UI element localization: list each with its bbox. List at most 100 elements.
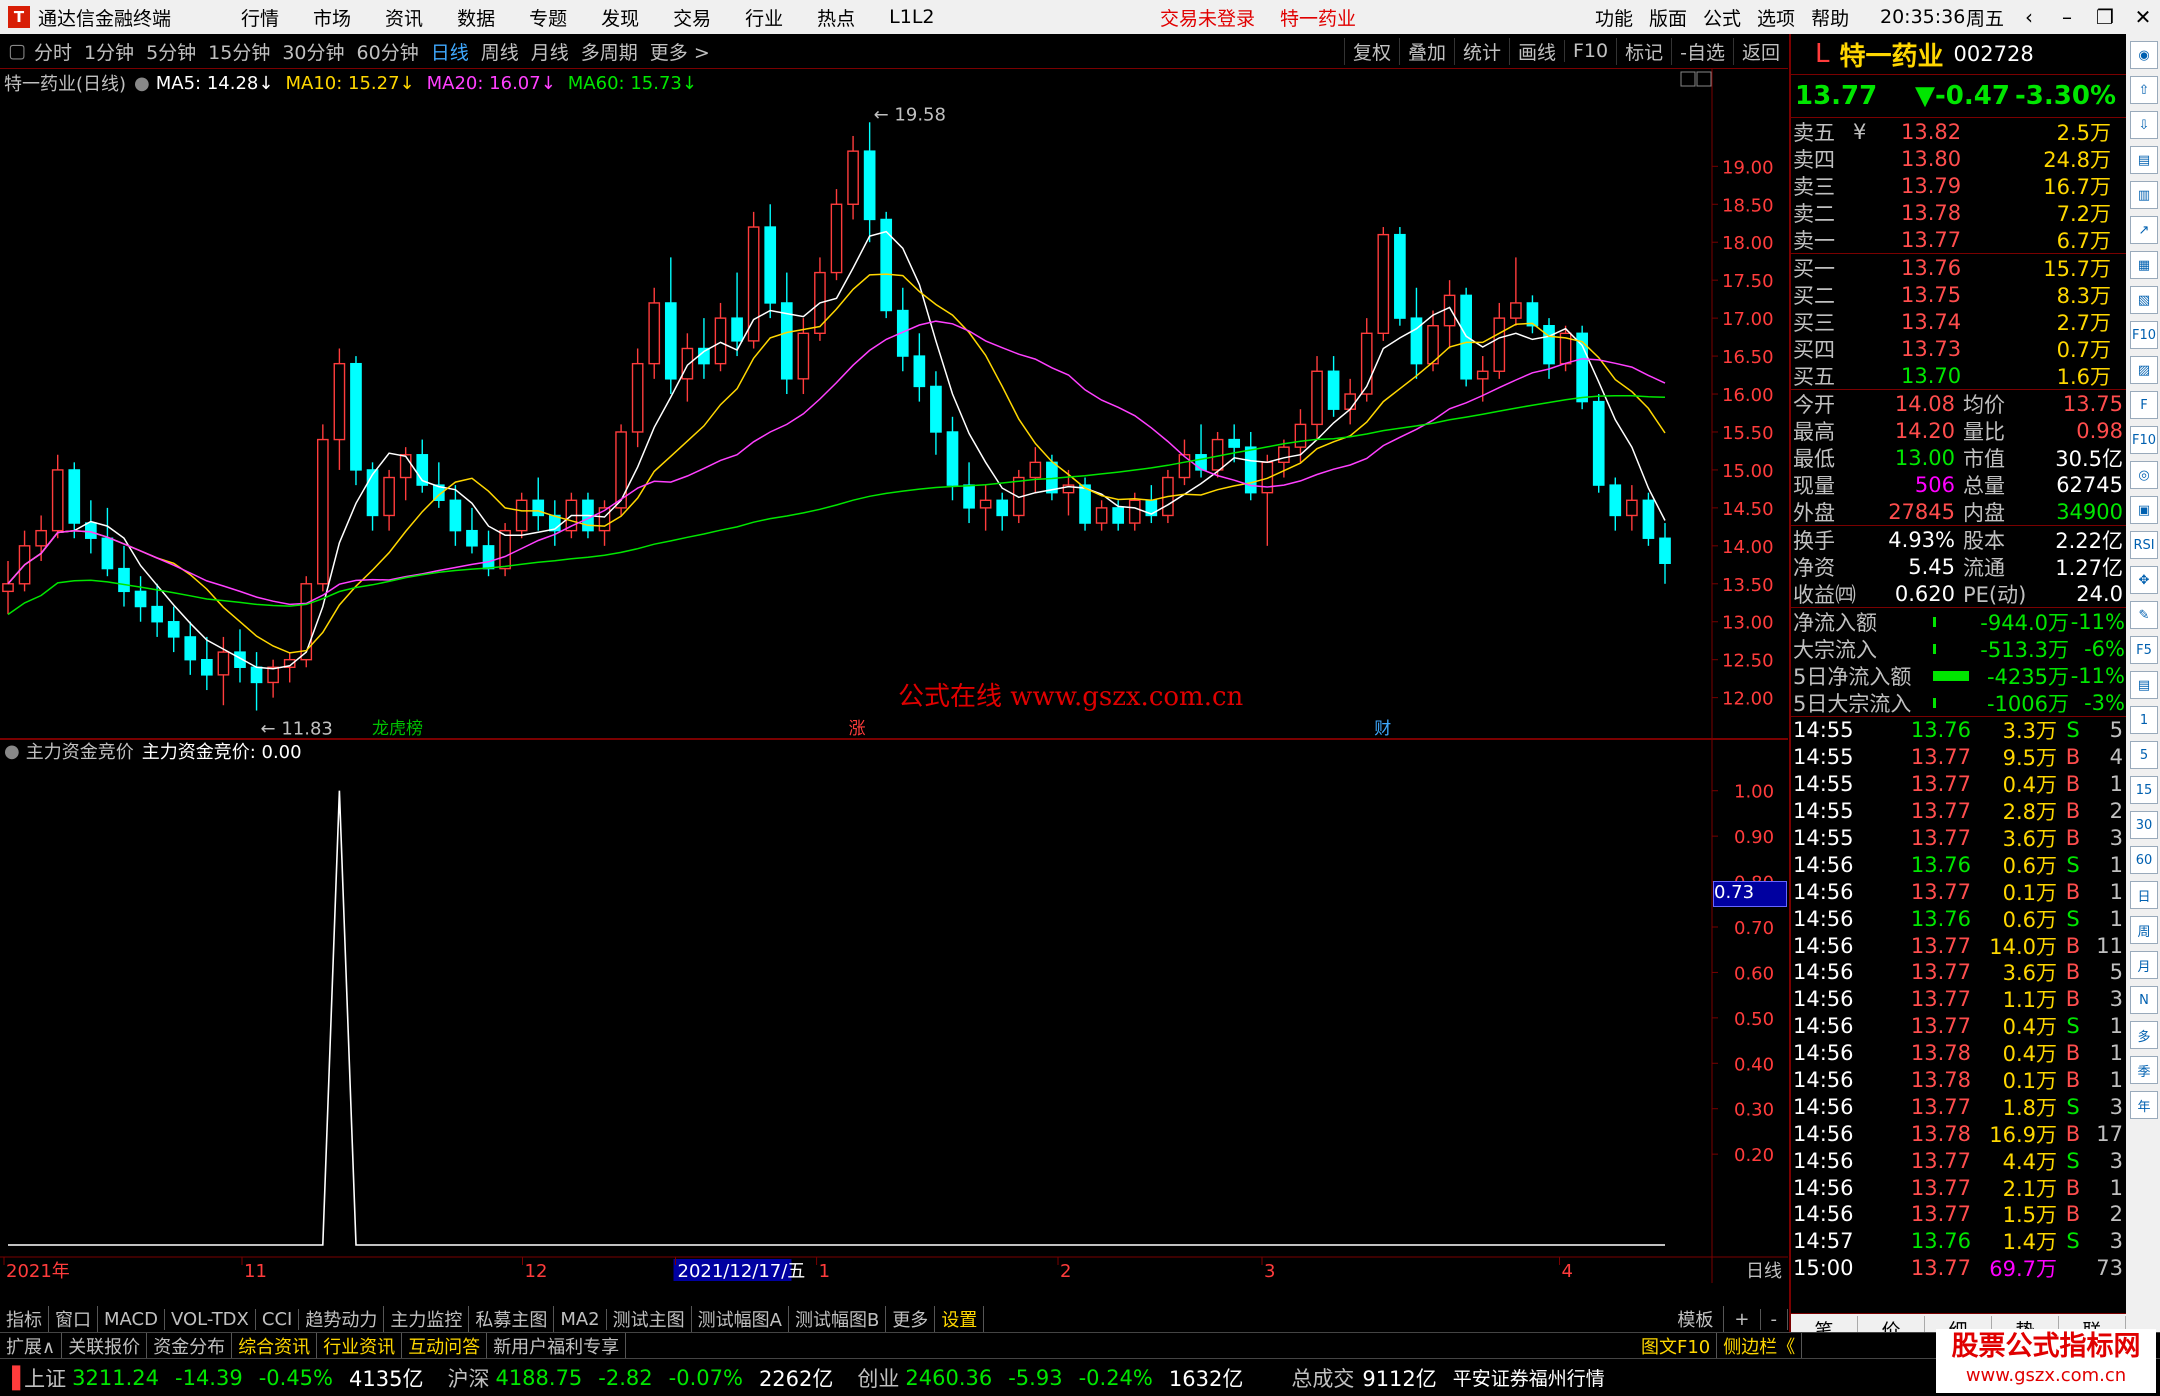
bid-row[interactable]: 买四 13.73 0.7万 bbox=[1791, 335, 2126, 362]
period-tab-2[interactable]: 5分钟 bbox=[146, 38, 196, 65]
tab-control-0[interactable]: 模板 bbox=[1667, 1306, 1725, 1332]
side-tool-icon-23[interactable]: 60 bbox=[2130, 846, 2158, 874]
side-tool-icon-19[interactable]: 1 bbox=[2130, 706, 2158, 734]
side-tool-icon-6[interactable]: ▦ bbox=[2130, 251, 2158, 279]
side-tool-icon-30[interactable]: 年 bbox=[2130, 1091, 2158, 1119]
tab-control-1[interactable]: + bbox=[1724, 1308, 1761, 1330]
indicator-tab-0[interactable]: 指标 bbox=[0, 1306, 49, 1332]
side-tool-icon-15[interactable]: ✥ bbox=[2130, 566, 2158, 594]
bid-row[interactable]: 买一 13.76 15.7万 bbox=[1791, 254, 2126, 281]
settings-icon[interactable]: ● bbox=[134, 73, 150, 94]
indicator-tab-11[interactable]: 测试幅图B bbox=[789, 1306, 887, 1332]
ask-row[interactable]: 卖三 13.79 16.7万 bbox=[1791, 172, 2126, 199]
tool-button-2[interactable]: 统计 bbox=[1453, 37, 1509, 65]
sub-tab-2[interactable]: 资金分布 bbox=[147, 1333, 233, 1359]
index-quote[interactable]: 创业 2460.36 -5.93 -0.24% 1632亿 bbox=[857, 1363, 1243, 1393]
side-tool-icon-4[interactable]: ▥ bbox=[2130, 181, 2158, 209]
indicator-tab-9[interactable]: 测试主图 bbox=[607, 1306, 692, 1332]
chart-area[interactable]: 19.00 18.50 18.00 17.50 17.00 16.50 16.00 15.50… bbox=[0, 68, 1788, 1283]
period-tab-5[interactable]: 60分钟 bbox=[357, 38, 419, 65]
side-tool-icon-29[interactable]: 季 bbox=[2130, 1056, 2158, 1084]
side-tool-icon-12[interactable]: ◎ bbox=[2130, 461, 2158, 489]
right-menu-item-1[interactable]: 版面 bbox=[1649, 4, 1687, 31]
kline-chart[interactable]: 19.00 18.50 18.00 17.50 17.00 16.50 16.00 15.50… bbox=[0, 68, 1788, 1283]
sub-tab-3[interactable]: 综合资讯 bbox=[232, 1333, 318, 1359]
tool-button-5[interactable]: 标记 bbox=[1616, 37, 1671, 65]
indicator-tab-13[interactable]: 设置 bbox=[935, 1306, 985, 1332]
side-tool-icon-22[interactable]: 30 bbox=[2130, 811, 2158, 839]
restore-icon[interactable]: ❐ bbox=[2086, 5, 2124, 29]
indicator-tab-6[interactable]: 主力监控 bbox=[384, 1306, 470, 1332]
ask-row[interactable]: 卖一 13.77 6.7万 bbox=[1791, 226, 2126, 253]
close-icon[interactable]: ✕ bbox=[2124, 5, 2160, 29]
menu-item-9[interactable]: L1L2 bbox=[889, 6, 934, 28]
menu-item-6[interactable]: 交易 bbox=[673, 4, 711, 31]
arrow-icon[interactable]: ▐ bbox=[4, 1366, 20, 1390]
sub-tab-6[interactable]: 新用户福利专享 bbox=[487, 1333, 627, 1359]
side-tool-icon-21[interactable]: 15 bbox=[2130, 776, 2158, 804]
menu-item-8[interactable]: 热点 bbox=[817, 4, 855, 31]
side-tool-icon-0[interactable]: ◉ bbox=[2130, 41, 2158, 69]
period-tab-1[interactable]: 1分钟 bbox=[84, 38, 134, 65]
tool-button-6[interactable]: -自选 bbox=[1671, 37, 1733, 65]
side-tool-icon-28[interactable]: 多 bbox=[2130, 1021, 2158, 1049]
toggle-icon[interactable]: ▢ bbox=[8, 40, 26, 62]
side-tool-icon-26[interactable]: 月 bbox=[2130, 951, 2158, 979]
bid-row[interactable]: 买二 13.75 8.3万 bbox=[1791, 281, 2126, 308]
indicator-tab-1[interactable]: 窗口 bbox=[49, 1306, 98, 1332]
sub-tab-4[interactable]: 行业资讯 bbox=[317, 1333, 403, 1359]
menu-item-1[interactable]: 市场 bbox=[313, 4, 351, 31]
indicator-tab-12[interactable]: 更多 bbox=[886, 1306, 936, 1332]
side-tool-icon-5[interactable]: ↗ bbox=[2130, 216, 2158, 244]
tool-button-7[interactable]: 返回 bbox=[1732, 37, 1788, 65]
ask-row[interactable]: 卖二 13.78 7.2万 bbox=[1791, 199, 2126, 226]
indicator-tab-8[interactable]: MA2 bbox=[554, 1308, 607, 1330]
tick-list[interactable]: 14:55 13.76 3.3万 S 5 14:55 13.77 9.5万 B 4 14:55 13.… bbox=[1791, 716, 2126, 1282]
indicator-tab-4[interactable]: CCI bbox=[256, 1308, 300, 1330]
side-tool-icon-2[interactable]: ⇩ bbox=[2130, 111, 2158, 139]
period-tab-9[interactable]: 多周期 bbox=[581, 38, 638, 65]
sub-tab-5[interactable]: 互动问答 bbox=[402, 1333, 488, 1359]
bid-row[interactable]: 买三 13.74 2.7万 bbox=[1791, 308, 2126, 335]
sub-tab-right-0[interactable]: 图文F10 bbox=[1635, 1333, 1718, 1359]
side-tool-icon-11[interactable]: F10 bbox=[2130, 426, 2158, 454]
side-tool-icon-1[interactable]: ⇧ bbox=[2130, 76, 2158, 104]
menu-item-3[interactable]: 数据 bbox=[457, 4, 495, 31]
side-tool-icon-9[interactable]: ▨ bbox=[2130, 356, 2158, 384]
ask-row[interactable]: 卖五 ¥13.82 2.5万 bbox=[1791, 118, 2126, 145]
period-tab-6[interactable]: 日线 bbox=[431, 38, 469, 65]
sub-tab-1[interactable]: 关联报价 bbox=[62, 1333, 148, 1359]
right-menu-item-2[interactable]: 公式 bbox=[1703, 4, 1741, 31]
minimize-icon[interactable]: – bbox=[2048, 5, 2086, 29]
tool-button-0[interactable]: 复权 bbox=[1343, 37, 1399, 65]
side-tool-icon-13[interactable]: ▣ bbox=[2130, 496, 2158, 524]
tool-button-1[interactable]: 叠加 bbox=[1398, 37, 1454, 65]
ask-row[interactable]: 卖四 13.80 24.8万 bbox=[1791, 145, 2126, 172]
menu-item-5[interactable]: 发现 bbox=[601, 4, 639, 31]
indicator-tab-3[interactable]: VOL-TDX bbox=[165, 1308, 256, 1330]
side-tool-icon-7[interactable]: ▧ bbox=[2130, 286, 2158, 314]
indicator-tab-5[interactable]: 趋势动力 bbox=[299, 1306, 385, 1332]
bid-row[interactable]: 买五 13.70 1.6万 bbox=[1791, 362, 2126, 389]
period-tab-8[interactable]: 月线 bbox=[531, 38, 569, 65]
side-tool-icon-17[interactable]: F5 bbox=[2130, 636, 2158, 664]
side-tool-icon-27[interactable]: N bbox=[2130, 986, 2158, 1014]
menu-item-4[interactable]: 专题 bbox=[529, 4, 567, 31]
menu-item-7[interactable]: 行业 bbox=[745, 4, 783, 31]
side-tool-icon-16[interactable]: ✎ bbox=[2130, 601, 2158, 629]
index-quote[interactable]: 上证 3211.24 -14.39 -0.45% 4135亿 bbox=[24, 1363, 423, 1393]
sub-tab-right-1[interactable]: 侧边栏《 bbox=[1717, 1333, 1803, 1359]
period-tab-3[interactable]: 15分钟 bbox=[208, 38, 270, 65]
side-tool-icon-14[interactable]: RSI bbox=[2130, 531, 2158, 559]
period-tab-0[interactable]: 分时 bbox=[34, 38, 72, 65]
side-tool-icon-25[interactable]: 周 bbox=[2130, 916, 2158, 944]
login-status[interactable]: 交易未登录 bbox=[1160, 4, 1255, 31]
side-tool-icon-8[interactable]: F10 bbox=[2130, 321, 2158, 349]
side-tool-icon-20[interactable]: 5 bbox=[2130, 741, 2158, 769]
tab-control-2[interactable]: - bbox=[1761, 1308, 1788, 1330]
sub-tab-0[interactable]: 扩展∧ bbox=[0, 1333, 63, 1359]
period-tab-4[interactable]: 30分钟 bbox=[282, 38, 344, 65]
side-tool-icon-24[interactable]: 日 bbox=[2130, 881, 2158, 909]
indicator-tab-2[interactable]: MACD bbox=[98, 1308, 165, 1330]
tool-button-4[interactable]: F10 bbox=[1564, 40, 1616, 62]
